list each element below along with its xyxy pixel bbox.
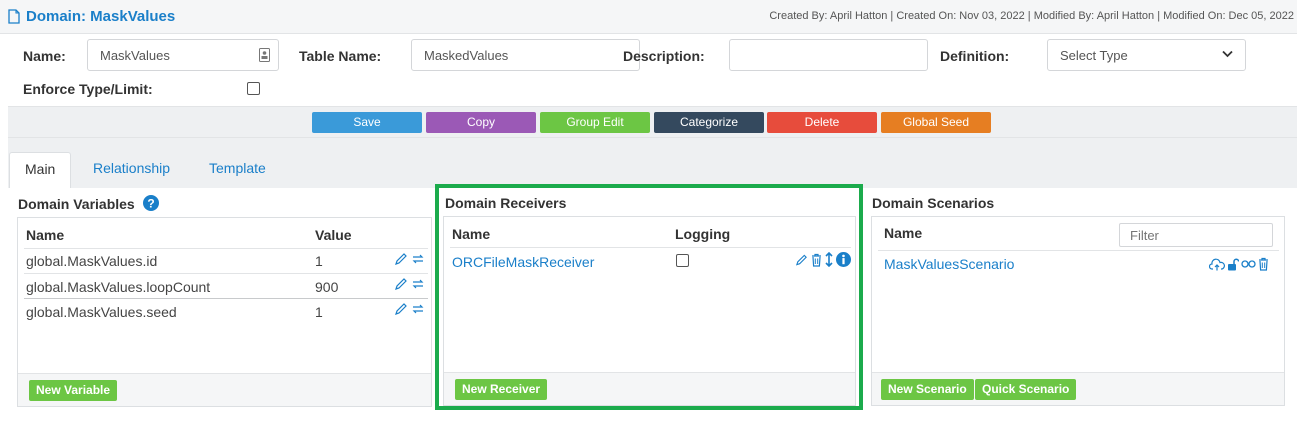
copy-button-label: Copy xyxy=(466,115,495,129)
receivers-footer: New Receiver xyxy=(444,372,855,405)
svg-text:?: ? xyxy=(147,197,154,211)
scenario-row-actions xyxy=(1209,257,1269,271)
new-variable-button[interactable]: New Variable xyxy=(29,380,118,401)
unlock-icon[interactable] xyxy=(1227,257,1239,271)
name-label: Name: xyxy=(23,48,66,64)
table-name-field-value: MaskedValues xyxy=(424,48,509,63)
variables-col-value: Value xyxy=(315,227,352,243)
enforce-checkbox[interactable] xyxy=(247,82,260,95)
variable-row-value: 1 xyxy=(315,253,323,269)
divider xyxy=(878,250,1279,251)
contact-card-icon xyxy=(259,48,270,62)
page-title: Domain: MaskValues xyxy=(26,8,176,25)
description-field[interactable] xyxy=(729,39,928,71)
variables-panel: Name Value global.MaskValues.id 1 global… xyxy=(17,217,432,407)
divider xyxy=(450,247,851,248)
table-name-field[interactable]: MaskedValues xyxy=(411,39,640,71)
variables-footer: New Variable xyxy=(18,373,431,406)
save-button[interactable]: Save xyxy=(312,112,422,133)
scenarios-title: Domain Scenarios xyxy=(872,195,995,211)
tab-relationship[interactable]: Relationship xyxy=(78,152,185,188)
chevron-down-icon xyxy=(1222,50,1233,58)
swap-icon[interactable] xyxy=(411,277,425,291)
swap-icon[interactable] xyxy=(411,252,425,266)
delete-button-label: Delete xyxy=(804,115,840,129)
trash-icon[interactable] xyxy=(1258,257,1269,271)
variable-row-value: 1 xyxy=(315,304,323,320)
copy-button[interactable]: Copy xyxy=(426,112,536,133)
trash-icon[interactable] xyxy=(811,253,822,267)
group-edit-button[interactable]: Group Edit xyxy=(540,112,650,133)
receivers-col-name: Name xyxy=(452,226,491,242)
new-variable-label: New Variable xyxy=(36,383,111,397)
cloud-upload-icon[interactable] xyxy=(1209,258,1225,271)
page-header: Domain: MaskValues Created By: April Hat… xyxy=(0,0,1297,34)
pencil-icon[interactable] xyxy=(394,252,408,266)
scenarios-footer: New Scenario Quick Scenario xyxy=(872,372,1284,405)
description-label: Description: xyxy=(623,48,705,64)
scenarios-col-name: Name xyxy=(884,225,923,241)
variable-row-name: global.MaskValues.loopCount xyxy=(26,279,211,295)
variable-row-actions xyxy=(394,277,425,291)
domain-form: Name: MaskValues Table Name: MaskedValue… xyxy=(8,34,1297,106)
divider xyxy=(24,298,428,299)
document-icon xyxy=(8,9,20,24)
divider xyxy=(24,248,428,249)
variable-row-value: 900 xyxy=(315,279,339,295)
tab-main[interactable]: Main xyxy=(9,152,72,188)
new-receiver-button[interactable]: New Receiver xyxy=(455,379,548,400)
tab-main-label: Main xyxy=(25,161,56,177)
tab-template[interactable]: Template xyxy=(194,152,281,188)
enforce-label: Enforce Type/Limit: xyxy=(23,81,153,97)
categorize-button-label: Categorize xyxy=(679,115,739,129)
scenario-filter-input[interactable] xyxy=(1119,223,1273,247)
categorize-button[interactable]: Categorize xyxy=(654,112,764,133)
definition-label: Definition: xyxy=(940,48,1010,64)
tab-bar: Main Relationship Template xyxy=(8,138,1297,188)
variable-row-name: global.MaskValues.id xyxy=(26,253,158,269)
link-chain-icon[interactable] xyxy=(1241,259,1256,269)
save-button-label: Save xyxy=(353,115,381,129)
audit-info: Created By: April Hatton | Created On: N… xyxy=(769,10,1294,22)
group-edit-button-label: Group Edit xyxy=(566,115,624,129)
pencil-icon[interactable] xyxy=(795,253,808,267)
swap-icon[interactable] xyxy=(411,302,425,316)
variables-title: Domain Variables xyxy=(18,196,135,212)
new-scenario-button[interactable]: New Scenario xyxy=(881,379,974,400)
pencil-icon[interactable] xyxy=(394,302,408,316)
quick-scenario-label: Quick Scenario xyxy=(982,382,1070,396)
info-icon[interactable] xyxy=(836,252,851,267)
delete-button[interactable]: Delete xyxy=(767,112,877,133)
name-field[interactable]: MaskValues xyxy=(87,39,279,71)
help-icon[interactable]: ? xyxy=(143,195,159,211)
receivers-panel: Name Logging ORCFileMaskReceiver New Rec… xyxy=(443,216,856,406)
tab-relationship-label: Relationship xyxy=(93,160,171,176)
variable-row-actions xyxy=(394,302,425,316)
definition-select[interactable]: Select Type xyxy=(1047,39,1246,71)
tab-template-label: Template xyxy=(209,160,266,176)
quick-scenario-button[interactable]: Quick Scenario xyxy=(975,379,1077,400)
scenario-row-name[interactable]: MaskValuesScenario xyxy=(884,256,1014,272)
variable-row-name: global.MaskValues.seed xyxy=(26,304,177,320)
receiver-logging-checkbox[interactable] xyxy=(676,254,689,267)
divider xyxy=(24,273,428,274)
receiver-row-name[interactable]: ORCFileMaskReceiver xyxy=(452,254,594,270)
global-seed-button[interactable]: Global Seed xyxy=(881,112,991,133)
name-field-value: MaskValues xyxy=(100,48,170,63)
variables-col-name: Name xyxy=(26,227,65,243)
table-name-label: Table Name: xyxy=(299,48,382,64)
definition-selected-value: Select Type xyxy=(1060,48,1128,63)
receiver-row-actions xyxy=(795,252,851,267)
variable-row-actions xyxy=(394,252,425,266)
new-scenario-label: New Scenario xyxy=(888,382,967,396)
receivers-col-logging: Logging xyxy=(675,226,731,242)
pencil-icon[interactable] xyxy=(394,277,408,291)
receivers-title: Domain Receivers xyxy=(445,195,567,211)
global-seed-button-label: Global Seed xyxy=(902,115,970,129)
scenarios-panel: Name MaskValuesScenario New Scenario Qui… xyxy=(871,216,1285,406)
sort-arrows-icon[interactable] xyxy=(825,252,833,267)
action-toolbar: Save Copy Group Edit Categorize Delete G… xyxy=(8,106,1297,138)
new-receiver-label: New Receiver xyxy=(462,382,541,396)
